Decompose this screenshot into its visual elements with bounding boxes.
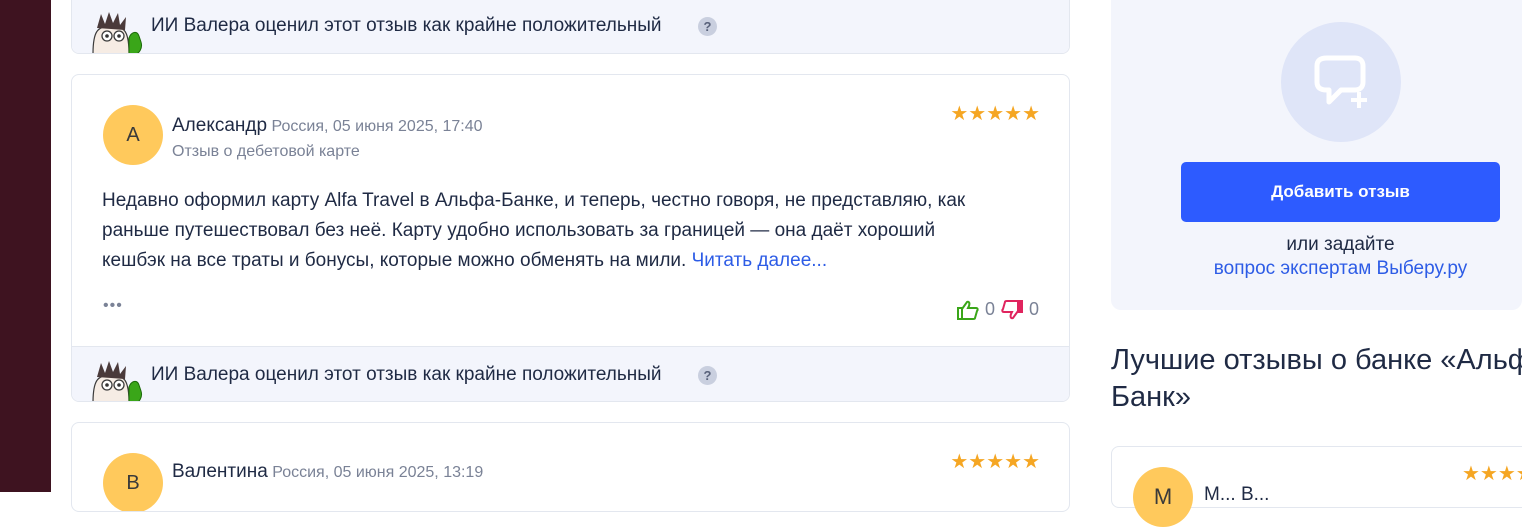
ai-rating-strip: ИИ Валера оценил этот отзыв как крайне п… [72, 346, 1069, 401]
rating-stars: ★★★★★ [950, 451, 1040, 473]
review-card: А Александр Россия, 05 июня 2025, 17:40 … [71, 74, 1070, 402]
help-icon[interactable]: ? [698, 17, 717, 36]
ai-valera-mascot-icon [92, 12, 142, 53]
best-reviews-title: Лучшие отзывы о банке «Альфа- Банк» [1111, 342, 1522, 416]
read-more-link[interactable]: Читать далее... [692, 250, 828, 271]
review-meta: Россия, 05 июня 2025, 17:40 [271, 118, 483, 135]
author-name[interactable]: Александр [172, 115, 267, 136]
vote-controls: 0 0 [956, 299, 1039, 320]
author-name: М... В... [1204, 484, 1270, 505]
more-options-icon[interactable]: ••• [103, 297, 123, 315]
author-name[interactable]: Валентина [172, 461, 268, 482]
add-comment-illustration [1281, 22, 1401, 142]
ai-valera-mascot-icon [92, 361, 142, 401]
chat-plus-icon [1314, 55, 1367, 108]
review-text-block: Недавно оформил карту Alfa Travel в Альф… [102, 186, 1002, 276]
rating-stars: ★★★★ [1462, 463, 1522, 485]
review-author: Александр Россия, 05 июня 2025, 17:40 [172, 115, 483, 137]
review-text: Недавно оформил карту Alfa Travel в Альф… [102, 190, 966, 271]
thumbs-up-icon[interactable] [956, 300, 979, 320]
add-review-button[interactable]: Добавить отзыв [1181, 162, 1500, 222]
best-review-card[interactable]: М М... В... ★★★★ [1111, 446, 1522, 527]
avatar: В [103, 453, 163, 511]
ai-rating-text: ИИ Валера оценил этот отзыв как крайне п… [151, 15, 662, 36]
rating-stars: ★★★★★ [950, 103, 1040, 125]
thumbs-down-icon[interactable] [1001, 299, 1023, 320]
ai-rating-text: ИИ Валера оценил этот отзыв как крайне п… [151, 364, 662, 385]
avatar: А [103, 105, 163, 165]
ai-rating-strip: ИИ Валера оценил этот отзыв как крайне п… [72, 0, 1069, 53]
avatar: М [1133, 467, 1193, 527]
ask-experts-link[interactable]: вопрос экспертам Выберу.ру [1181, 258, 1500, 280]
dislikes-count: 0 [1028, 299, 1039, 319]
review-type: Отзыв о дебетовой карте [172, 143, 360, 160]
review-card: В Валентина Россия, 05 июня 2025, 13:19 … [71, 422, 1070, 512]
add-review-panel: Добавить отзыв или задайте вопрос экспер… [1111, 0, 1522, 310]
review-card-previous: ИИ Валера оценил этот отзыв как крайне п… [71, 0, 1070, 54]
review-author: Валентина Россия, 05 июня 2025, 13:19 [172, 461, 483, 483]
review-meta: Россия, 05 июня 2025, 13:19 [272, 464, 484, 481]
help-icon[interactable]: ? [698, 366, 717, 385]
best-reviews-title-line: Банк» [1111, 381, 1191, 413]
or-ask-text: или задайте [1286, 234, 1395, 255]
likes-count: 0 [984, 299, 995, 319]
left-background-strip [0, 0, 51, 492]
best-reviews-title-line: Лучшие отзывы о банке «Альфа- [1111, 344, 1522, 376]
